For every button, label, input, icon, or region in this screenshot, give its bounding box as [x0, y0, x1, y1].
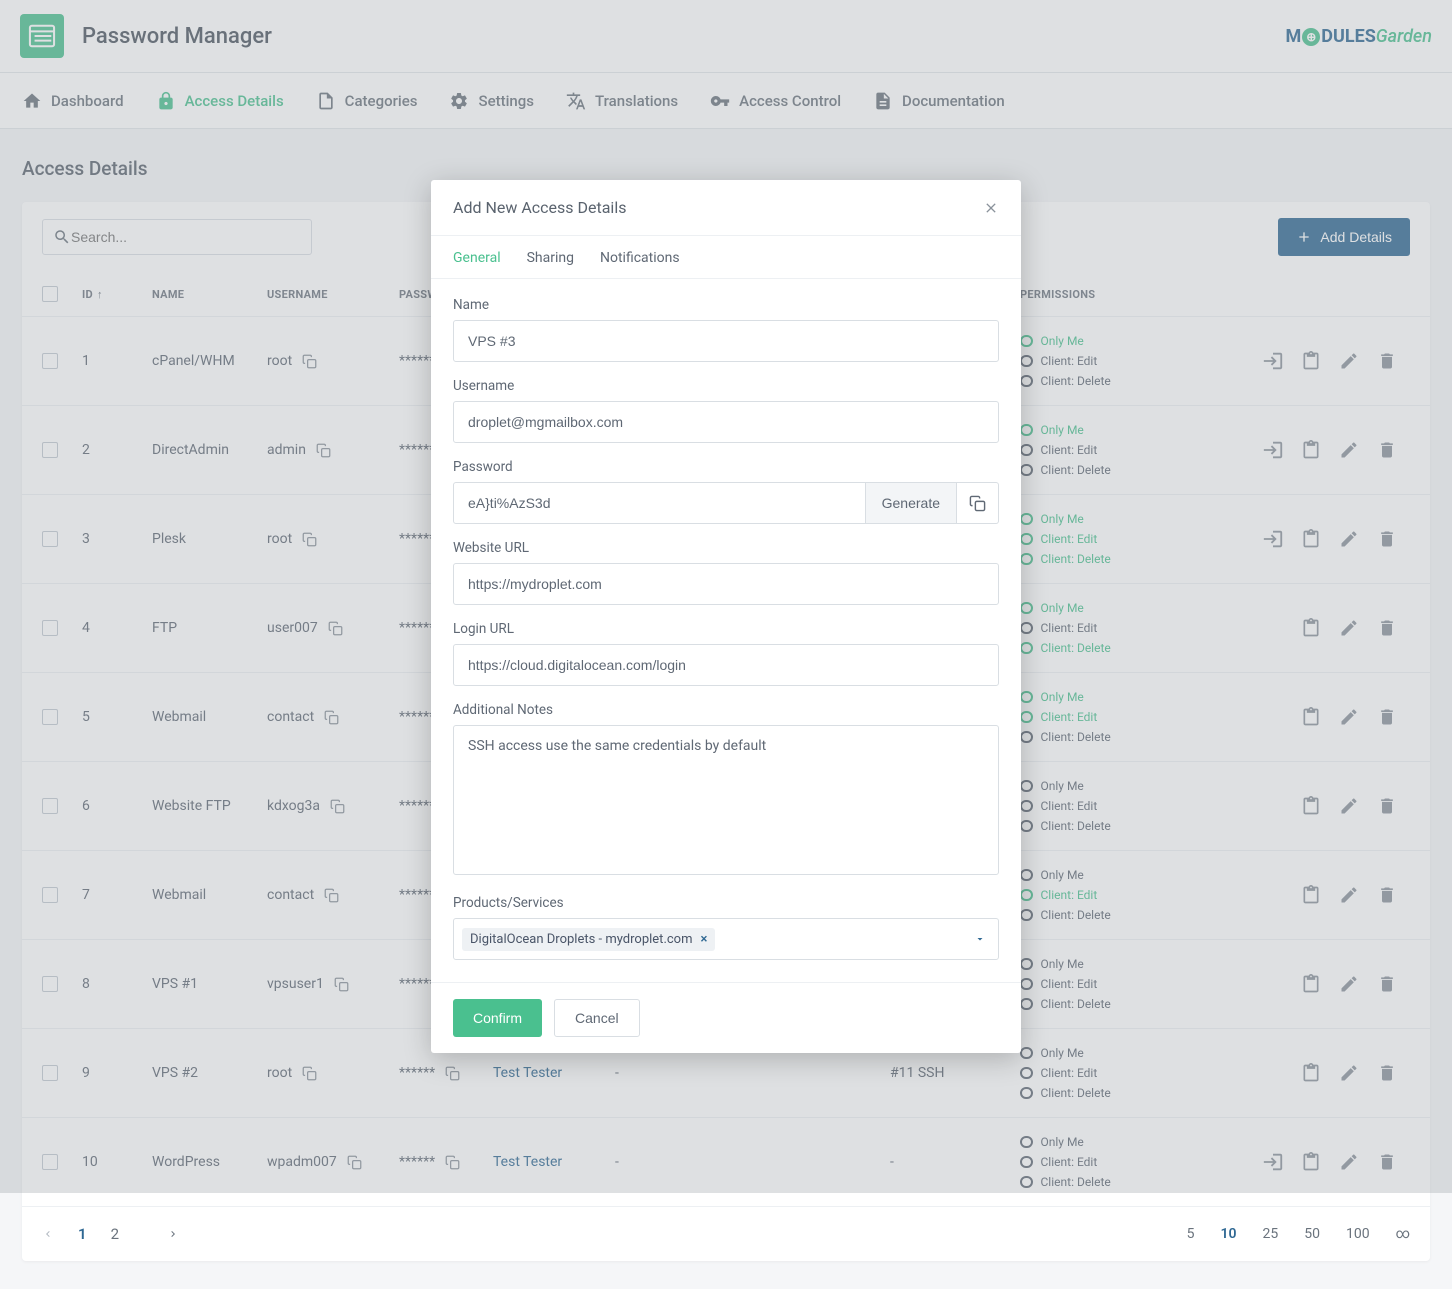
copy-password-button[interactable]: [957, 482, 999, 524]
password-input[interactable]: [453, 482, 866, 524]
generate-button[interactable]: Generate: [866, 482, 957, 524]
page-number[interactable]: 2: [111, 1225, 119, 1243]
page-size[interactable]: ∞: [1396, 1226, 1410, 1242]
website-label: Website URL: [453, 540, 999, 556]
login-url-input[interactable]: [453, 644, 999, 686]
chip-remove[interactable]: ×: [701, 932, 708, 947]
modal-title: Add New Access Details: [453, 198, 626, 217]
add-access-modal: Add New Access Details General Sharing N…: [431, 180, 1021, 1053]
copy-icon: [969, 495, 986, 512]
products-multiselect[interactable]: DigitalOcean Droplets - mydroplet.com ×: [453, 918, 999, 960]
notes-textarea[interactable]: [453, 725, 999, 875]
notes-label: Additional Notes: [453, 702, 999, 718]
password-label: Password: [453, 459, 999, 475]
page-size[interactable]: 5: [1187, 1226, 1195, 1242]
page-size[interactable]: 100: [1346, 1226, 1370, 1242]
chip-label: DigitalOcean Droplets - mydroplet.com: [470, 932, 693, 947]
username-label: Username: [453, 378, 999, 394]
close-icon: [983, 200, 999, 216]
page-size[interactable]: 50: [1304, 1226, 1320, 1242]
login-url-label: Login URL: [453, 621, 999, 637]
name-label: Name: [453, 297, 999, 313]
tab-notifications[interactable]: Notifications: [600, 250, 680, 278]
page-size[interactable]: 10: [1220, 1226, 1236, 1242]
cancel-button[interactable]: Cancel: [554, 999, 640, 1037]
confirm-button[interactable]: Confirm: [453, 999, 542, 1037]
tab-general[interactable]: General: [453, 250, 501, 278]
next-page[interactable]: [167, 1228, 179, 1240]
product-chip: DigitalOcean Droplets - mydroplet.com ×: [462, 928, 715, 951]
modal-close-button[interactable]: [983, 200, 999, 216]
website-input[interactable]: [453, 563, 999, 605]
pagination: 1 2 5 10 25 50 100 ∞: [22, 1207, 1430, 1261]
page-size[interactable]: 25: [1262, 1226, 1278, 1242]
page-number[interactable]: 1: [78, 1225, 87, 1243]
products-label: Products/Services: [453, 895, 999, 911]
chevron-down-icon: [974, 933, 986, 945]
name-input[interactable]: [453, 320, 999, 362]
prev-page[interactable]: [42, 1228, 54, 1240]
tab-sharing[interactable]: Sharing: [527, 250, 574, 278]
username-input[interactable]: [453, 401, 999, 443]
